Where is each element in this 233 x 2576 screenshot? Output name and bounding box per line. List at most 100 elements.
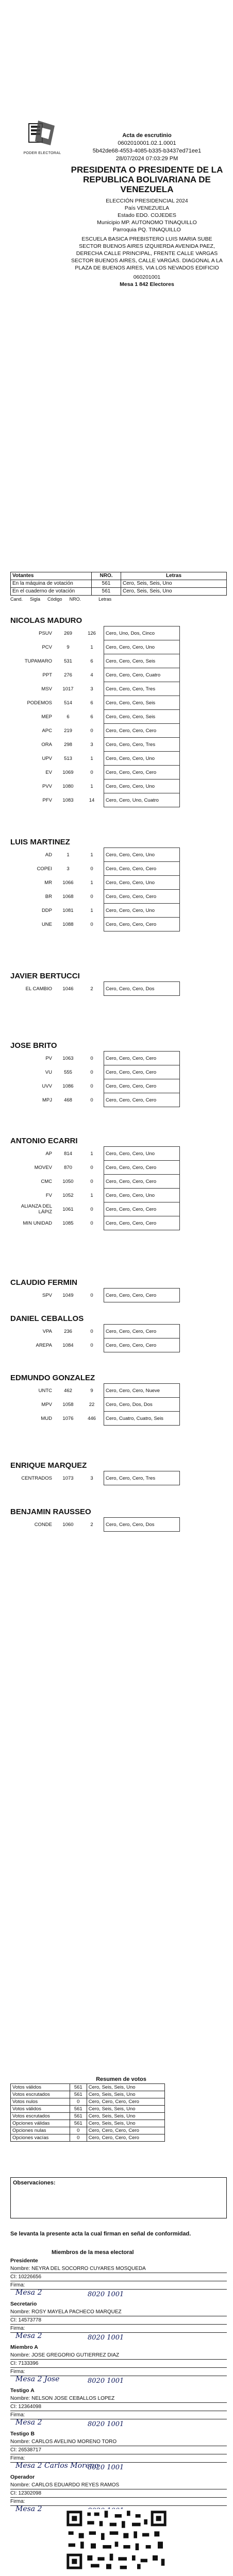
candidate-name: LUIS MARTINEZ: [10, 838, 70, 846]
member-name: Nombre: NEYRA DEL SOCORRO CUYARES MOSQUE…: [10, 2265, 227, 2273]
party-votes-letters: Cero, Cero, Cero, Uno: [104, 751, 180, 766]
resumen-nro: 561: [69, 2091, 87, 2098]
party-sigla: MEP: [41, 714, 52, 720]
party-code: 1: [66, 852, 70, 858]
party-code: 1050: [62, 1178, 74, 1184]
table-row: Opciones válidas 561 Cero, Seis, Seis, Uno: [10, 2120, 165, 2127]
party-votes-letters: Cero, Cero, Cero, Cero: [104, 1216, 180, 1230]
party-votes: 3: [90, 1475, 93, 1481]
resumen-label: Votos nulos: [10, 2098, 70, 2106]
handwritten-signature: Mesa 2 Carlos Moreno: [15, 2462, 99, 2470]
cand-head: Cand.: [10, 597, 23, 602]
table-row: EL CAMBIO 1046 2 Cero, Cero, Cero, Dos: [10, 981, 180, 996]
member-block: Testigo B Nombre: CARLOS AVELINO MORENO T…: [10, 2431, 227, 2475]
resumen-label: Opciones válidas: [10, 2120, 70, 2127]
member-role: Presidente: [10, 2258, 38, 2264]
votantes-cell: 561: [91, 587, 121, 596]
party-code: 298: [64, 741, 72, 748]
candidate-name: BENJAMIN RAUSSEO: [10, 1507, 91, 1516]
party-code: 1086: [62, 1083, 74, 1089]
party-sigla: CONDE: [34, 1521, 52, 1528]
member-role: Miembro A: [10, 2344, 38, 2350]
resumen-letras: Cero, Cero, Cero, Cero: [86, 2098, 165, 2106]
resumen-nro: 561: [69, 2120, 87, 2127]
party-sigla: TUPAMARO: [24, 658, 52, 664]
votantes-head-nro: NRO.: [91, 572, 121, 580]
party-votes: 3: [90, 686, 93, 692]
table-row: Votos válidos 561 Cero, Seis, Seis, Uno: [10, 2083, 165, 2091]
member-block: Testigo A Nombre: NELSON JOSE CEBALLOS LO…: [10, 2387, 227, 2432]
party-sigla: EV: [45, 769, 52, 775]
resumen-nro: 0: [69, 2134, 87, 2142]
party-code: 1085: [62, 1220, 74, 1226]
resumen-nro: 561: [69, 2083, 87, 2091]
party-votes: 0: [90, 1164, 93, 1171]
party-sigla: PVV: [42, 783, 52, 789]
member-firma-label: Firma:: [10, 2498, 227, 2506]
table-row: AP 814 1 Cero, Cero, Cero, Uno: [10, 1146, 180, 1161]
table-row: PSUV 269 126 Cero, Uno, Dos, Cinco: [10, 626, 180, 640]
party-votes: 6: [90, 658, 93, 664]
candidate-votes-table: PV 1063 0 Cero, Cero, Cero, Cero VU 555 0 Cero,…: [10, 1051, 180, 1107]
party-sigla: COPEI: [37, 866, 52, 872]
party-code: 276: [64, 672, 72, 678]
party-votes-letters: Cero, Cero, Cero, Tres: [104, 737, 180, 752]
votantes-section: Votantes NRO. Letras En la máquina de vo…: [10, 572, 232, 602]
party-sigla: PODEMOS: [27, 700, 52, 706]
party-code: 1080: [62, 783, 74, 789]
party-votes-letters: Cero, Cero, Cero, Seis: [104, 654, 180, 668]
votantes-table: Votantes NRO. Letras En la máquina de vo…: [10, 572, 227, 596]
party-code: 462: [64, 1387, 72, 1394]
party-votes-letters: Cero, Cero, Cero, Cero: [104, 889, 180, 904]
candidate-block: JAVIER BERTUCCI EL CAMBIO 1046 2 Cero, Cero,…: [10, 969, 232, 996]
resumen-nro: 561: [69, 2105, 87, 2113]
party-votes: 1: [90, 907, 93, 913]
candidate-name: CLAUDIO FERMIN: [10, 1278, 77, 1287]
candidate-name: JOSE BRITO: [10, 1041, 57, 1050]
member-ci: CI: 12302098: [10, 2489, 227, 2498]
table-row: Votos nulos 0 Cero, Cero, Cero, Cero: [10, 2098, 165, 2106]
party-votes: 1: [90, 879, 93, 886]
party-code: 514: [64, 700, 72, 706]
party-votes: 0: [90, 1097, 93, 1103]
resumen-letras: Cero, Seis, Seis, Uno: [86, 2091, 165, 2098]
table-row: VU 555 0 Cero, Cero, Cero, Cero: [10, 1065, 180, 1079]
party-code: 9: [66, 644, 70, 650]
party-votes: 0: [90, 866, 93, 872]
member-ci: CI: 12364098: [10, 2403, 227, 2411]
party-votes-letters: Cero, Cero, Cero, Uno: [104, 1188, 180, 1202]
table-row: VPA 236 0 Cero, Cero, Cero, Cero: [10, 1324, 180, 1338]
party-code: 1068: [62, 893, 74, 900]
party-code: 468: [64, 1097, 72, 1103]
table-row: EV 1069 0 Cero, Cero, Cero, Cero: [10, 765, 180, 779]
party-sigla: AD: [45, 852, 52, 858]
party-votes-letters: Cero, Cero, Cero, Cero: [104, 1065, 180, 1079]
observaciones-label: Observaciones:: [13, 2180, 56, 2186]
candidate-votes-table: SPV 1049 0 Cero, Cero, Cero, Cero: [10, 1288, 180, 1302]
parroquia: Parroquia PQ. TINAQUILLO: [113, 227, 181, 233]
member-name: Nombre: NELSON JOSE CEBALLOS LOPEZ: [10, 2395, 227, 2403]
page-title: PRESIDENTA O PRESIDENTE DE LA REPUBLICA …: [71, 165, 223, 194]
party-sigla: UNE: [41, 921, 52, 927]
table-row: SPV 1049 0 Cero, Cero, Cero, Cero: [10, 1288, 180, 1302]
candidate-block: ANTONIO ECARRI AP 814 1 Cero, Cero, Cero, Un…: [10, 1133, 232, 1230]
party-votes-letters: Cero, Cero, Cero, Cero: [104, 917, 180, 931]
party-code: 1063: [62, 1055, 74, 1061]
party-code: 531: [64, 658, 72, 664]
party-votes-letters: Cero, Cero, Cero, Cero: [104, 765, 180, 779]
acta-code: 0602010001.02.1.0001: [118, 140, 176, 146]
member-role: Secretario: [10, 2301, 37, 2307]
party-votes: 2: [90, 986, 93, 992]
resumen-label: Opciones nulas: [10, 2127, 70, 2134]
votantes-head-label: Votantes: [10, 572, 92, 580]
party-votes: 0: [90, 1342, 93, 1348]
party-votes: 0: [90, 1206, 93, 1212]
party-votes-letters: Cero, Cero, Dos, Dos: [104, 1397, 180, 1412]
signature-area: Mesa 2 8020 1001: [10, 2418, 227, 2432]
acta-page: PODER ELECTORAL Acta de escrutinio 06020…: [0, 0, 233, 2576]
party-code: 1058: [62, 1401, 74, 1408]
party-votes: 22: [89, 1401, 95, 1408]
resumen-letras: Cero, Seis, Seis, Uno: [86, 2112, 165, 2120]
member-ci: CI: 10226656: [10, 2273, 227, 2281]
table-row: PPT 276 4 Cero, Cero, Cero, Cuatro: [10, 668, 180, 682]
